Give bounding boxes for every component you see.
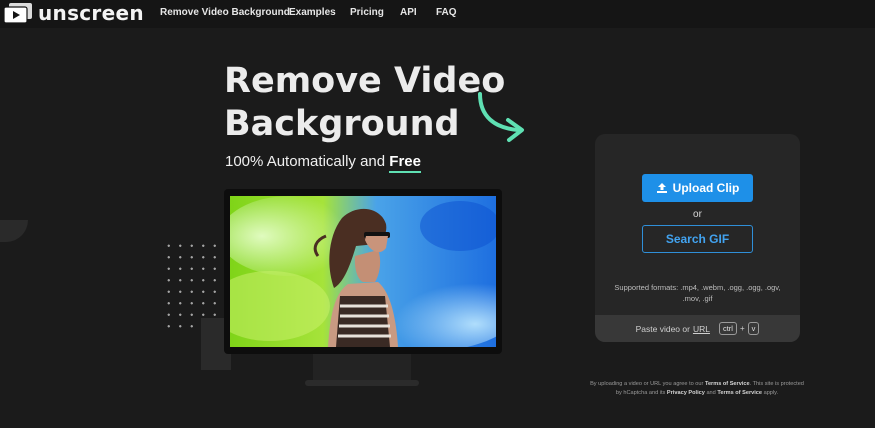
subtitle-free-highlight: Free — [389, 153, 421, 173]
upload-icon — [656, 183, 667, 193]
legal-text-1: By uploading a video or URL you agree to… — [590, 381, 704, 387]
demo-monitor — [224, 189, 502, 354]
nav-link-examples[interactable]: Examples — [289, 7, 336, 18]
top-navigation: unscreen Remove Video Background Example… — [0, 0, 875, 28]
brand-logo[interactable]: unscreen — [4, 1, 144, 25]
search-gif-button[interactable]: Search GIF — [642, 225, 753, 253]
legal-notice: By uploading a video or URL you agree to… — [589, 380, 805, 398]
legal-text-4: apply. — [763, 390, 779, 396]
key-plus: + — [739, 324, 745, 333]
demo-video — [230, 196, 496, 347]
nav-link-api[interactable]: API — [400, 7, 417, 18]
supported-formats: Supported formats: .mp4, .webm, .ogg, .o… — [614, 283, 781, 303]
subtitle-text: 100% Automatically and — [225, 153, 386, 170]
play-logo-icon — [4, 3, 32, 23]
nav-link-faq[interactable]: FAQ — [436, 7, 457, 18]
or-separator: or — [693, 209, 702, 220]
hero-title: Remove Video Background — [224, 60, 505, 146]
nav-link-pricing[interactable]: Pricing — [350, 7, 384, 18]
upload-clip-button[interactable]: Upload Clip — [642, 174, 753, 202]
hero-title-line1: Remove Video — [224, 61, 506, 101]
decorative-semicircle — [0, 220, 28, 242]
curved-arrow-icon — [478, 92, 524, 142]
hero-subtitle: 100% Automatically and Free — [225, 153, 421, 173]
key-ctrl: ctrl — [718, 322, 737, 335]
upload-panel: Upload Clip or Search GIF Supported form… — [595, 134, 800, 342]
terms-of-service-link[interactable]: Terms of Service — [705, 381, 750, 387]
monitor-stand-base — [305, 380, 419, 386]
brand-name: unscreen — [38, 1, 144, 25]
upload-clip-label: Upload Clip — [672, 181, 740, 195]
decorative-dot-grid — [163, 240, 225, 328]
key-v: v — [747, 322, 760, 335]
paste-text: Paste video or — [635, 323, 690, 334]
paste-bar: Paste video or URL ctrl + v — [595, 315, 800, 342]
demo-video-image — [230, 196, 496, 347]
nav-link-remove-video-background[interactable]: Remove Video Background — [160, 7, 290, 18]
hcaptcha-terms-link[interactable]: Terms of Service — [717, 390, 762, 396]
paste-url-link[interactable]: URL — [693, 324, 710, 334]
legal-text-3: and — [706, 390, 716, 396]
hero-title-line2: Background — [224, 104, 460, 144]
privacy-policy-link[interactable]: Privacy Policy — [667, 390, 705, 396]
